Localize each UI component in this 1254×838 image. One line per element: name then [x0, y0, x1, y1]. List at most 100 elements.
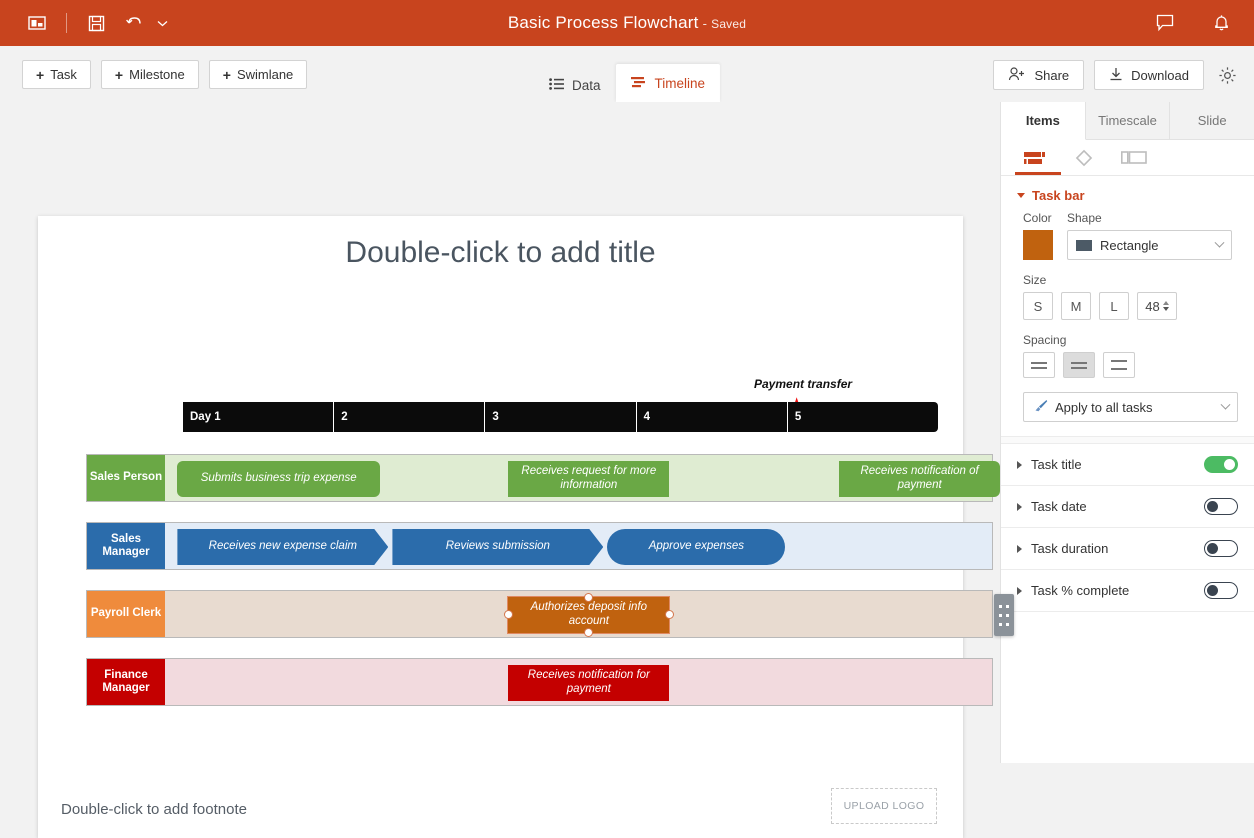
tab-timeline[interactable]: Timeline [616, 64, 721, 102]
task-bar[interactable]: Receives notification of payment [839, 461, 1000, 497]
tab-timescale[interactable]: Timescale [1086, 102, 1171, 140]
shape-select[interactable]: Rectangle [1067, 230, 1232, 260]
caret-right-icon [1017, 461, 1022, 469]
slide-footnote[interactable]: Double-click to add footnote [61, 801, 247, 818]
size-medium-button[interactable]: M [1061, 292, 1091, 320]
swimlane-icon[interactable] [1121, 140, 1147, 176]
task-percent-complete-row[interactable]: Task % complete [1001, 569, 1254, 611]
share-button[interactable]: Share [993, 60, 1084, 90]
task-title-toggle[interactable] [1204, 456, 1238, 473]
gear-icon[interactable] [1214, 62, 1240, 88]
task-date-label: Task date [1031, 499, 1204, 514]
document-title-area: Basic Process Flowchart-Saved [0, 13, 1254, 33]
caret-right-icon [1017, 587, 1022, 595]
swimlane-payroll-clerk[interactable]: Payroll Clerk Authorizes deposit info ac… [86, 590, 993, 638]
panel-bottom-divider [1001, 611, 1254, 612]
plus-icon: + [36, 67, 44, 83]
task-title-label: Task title [1031, 457, 1204, 472]
task-bar-section-header[interactable]: Task bar [1001, 176, 1254, 211]
task-bar-section-title: Task bar [1032, 188, 1085, 203]
right-panel: Items Timescale Slide Task bar Color Sha… [1000, 102, 1254, 763]
plus-icon: + [223, 67, 231, 83]
slide[interactable]: Double-click to add title Payment transf… [38, 216, 963, 838]
task-bar[interactable]: Reviews submission [392, 529, 603, 565]
task-bar[interactable]: Receives request for more information [508, 461, 669, 497]
size-small-button[interactable]: S [1023, 292, 1053, 320]
spacing-tight-button[interactable] [1023, 352, 1055, 378]
chevron-down-icon [1215, 237, 1225, 247]
task-bar[interactable]: Receives notification for payment [508, 665, 669, 701]
swimlane-drag-handle[interactable] [994, 594, 1014, 636]
task-percent-complete-label: Task % complete [1031, 583, 1204, 598]
download-button[interactable]: Download [1094, 60, 1204, 90]
size-stepper[interactable]: 48 [1137, 292, 1177, 320]
slide-title[interactable]: Double-click to add title [38, 236, 963, 270]
size-large-button[interactable]: L [1099, 292, 1129, 320]
add-swimlane-label: Swimlane [237, 67, 293, 82]
timescale-tick: 2 [333, 402, 484, 432]
chevron-down-icon[interactable] [153, 8, 171, 38]
upload-logo-button[interactable]: UPLOAD LOGO [831, 788, 937, 824]
resize-handle-bottom[interactable] [584, 628, 593, 637]
spacing-row: Spacing [1001, 333, 1254, 378]
secondary-toolbar: + Task + Milestone + Swimlane Data Timel… [0, 46, 1254, 102]
task-bar[interactable]: Receives new expense claim [177, 529, 388, 565]
add-swimlane-button[interactable]: + Swimlane [209, 60, 308, 89]
swimlane-label: Payroll Clerk [87, 591, 165, 637]
apply-to-all-tasks-select[interactable]: Apply to all tasks [1023, 392, 1238, 422]
resize-handle-left[interactable] [504, 610, 513, 619]
swimlane-track: Submits business trip expense Receives r… [165, 455, 992, 501]
timescale-bar[interactable]: Day 1 2 3 4 5 [183, 402, 938, 432]
resize-handle-top[interactable] [584, 593, 593, 602]
task-duration-toggle[interactable] [1204, 540, 1238, 557]
view-tabs: Data Timeline [534, 46, 720, 102]
add-milestone-button[interactable]: + Milestone [101, 60, 199, 89]
add-task-label: Task [50, 67, 77, 82]
milestone-diamond-icon[interactable] [1075, 140, 1093, 176]
swimlane-track: Receives new expense claim Reviews submi… [165, 523, 992, 569]
task-date-toggle[interactable] [1204, 498, 1238, 515]
task-bar[interactable]: Submits business trip expense [177, 461, 380, 497]
shape-label: Shape [1067, 211, 1232, 225]
size-label: Size [1023, 273, 1238, 287]
timeline-icon [631, 76, 647, 91]
task-bar[interactable]: Approve expenses [607, 529, 785, 565]
task-bar-icon[interactable] [1023, 140, 1047, 176]
milestone-label: Payment transfer [754, 377, 954, 391]
swimlane-sales-person[interactable]: Sales Person Submits business trip expen… [86, 454, 993, 502]
comment-icon[interactable] [1146, 8, 1184, 38]
presentation-icon[interactable] [18, 8, 56, 38]
color-swatch[interactable] [1023, 230, 1053, 260]
apply-to-all-label: Apply to all tasks [1055, 400, 1153, 415]
swimlane-sales-manager[interactable]: Sales Manager Receives new expense claim… [86, 522, 993, 570]
task-date-row[interactable]: Task date [1001, 485, 1254, 527]
timescale-tick: 4 [636, 402, 787, 432]
resize-handle-right[interactable] [665, 610, 674, 619]
floppy-disk-icon[interactable] [77, 8, 115, 38]
panel-divider [1001, 436, 1254, 443]
top-bar: Basic Process Flowchart-Saved [0, 0, 1254, 46]
tab-slide[interactable]: Slide [1170, 102, 1254, 140]
spacing-wide-button[interactable] [1103, 352, 1135, 378]
task-percent-complete-toggle[interactable] [1204, 582, 1238, 599]
swimlane-finance-manager[interactable]: Finance Manager Receives notification fo… [86, 658, 993, 706]
save-status: Saved [711, 17, 746, 31]
add-task-button[interactable]: + Task [22, 60, 91, 89]
task-title-row[interactable]: Task title [1001, 443, 1254, 485]
undo-icon[interactable] [115, 8, 153, 38]
chevron-down-icon [1221, 399, 1231, 409]
tab-data[interactable]: Data [534, 68, 616, 102]
spacing-label: Spacing [1023, 333, 1238, 347]
timescale-tick: 3 [484, 402, 635, 432]
shape-select-value: Rectangle [1100, 238, 1159, 253]
bell-icon[interactable] [1202, 8, 1240, 38]
stepper-arrows-icon[interactable] [1163, 301, 1169, 311]
task-duration-row[interactable]: Task duration [1001, 527, 1254, 569]
tab-data-label: Data [572, 78, 601, 93]
spacing-medium-button[interactable] [1063, 352, 1095, 378]
task-duration-label: Task duration [1031, 541, 1204, 556]
list-icon [549, 78, 564, 93]
caret-down-icon [1017, 193, 1025, 198]
tab-timeline-label: Timeline [655, 76, 706, 91]
tab-items[interactable]: Items [1001, 102, 1086, 140]
